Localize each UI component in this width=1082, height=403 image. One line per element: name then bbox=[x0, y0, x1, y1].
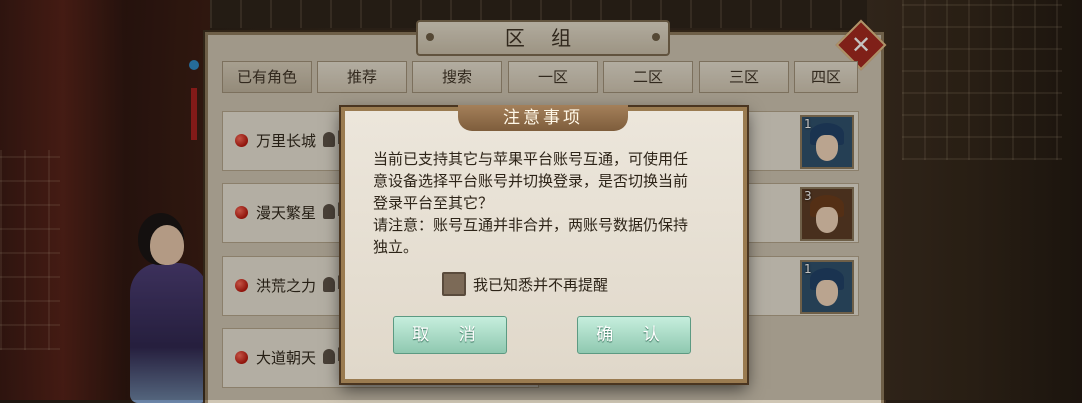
dialog-line: 登录平台至其它？ bbox=[373, 194, 494, 212]
dont-remind-checkbox[interactable] bbox=[442, 272, 466, 296]
dialog-line: 请注意：账号互通并非合并，两账号数据仍保持 bbox=[373, 216, 689, 234]
cancel-button[interactable]: 取 消 bbox=[393, 316, 507, 354]
dialog-line: 意设备选择平台账号并切换登录，是否切换当前 bbox=[373, 172, 689, 190]
confirm-button[interactable]: 确 认 bbox=[577, 316, 691, 354]
dialog-message: 当前已支持其它与苹果平台账号互通，可使用任 意设备选择平台账号并切换登录，是否切… bbox=[373, 148, 718, 258]
dialog-line: 当前已支持其它与苹果平台账号互通，可使用任 bbox=[373, 150, 689, 168]
dialog-title: 注意事项 bbox=[458, 105, 628, 131]
dialog-line: 独立。 bbox=[373, 238, 419, 256]
dont-remind-label[interactable]: 我已知悉并不再提醒 bbox=[473, 274, 608, 295]
